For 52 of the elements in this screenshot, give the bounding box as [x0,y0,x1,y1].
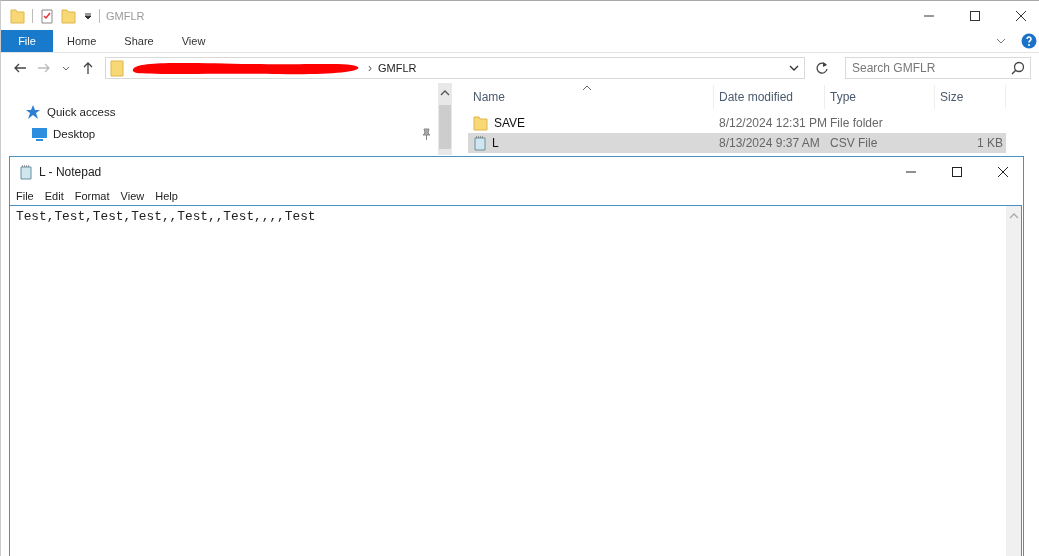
checklist-icon[interactable] [39,7,55,24]
menu-item[interactable]: View [120,189,145,202]
scrollbar[interactable] [1006,206,1022,556]
refresh-icon[interactable] [815,61,829,75]
file-date: 8/13/2024 9:37 AM [718,136,821,150]
file-type: File folder [829,116,884,130]
nav-item[interactable]: Quick access [1,101,438,123]
menu-item[interactable]: Help [155,189,178,202]
file-row[interactable]: SAVE 8/12/2024 12:31 PM File folder [468,113,1006,133]
close-icon[interactable] [1015,9,1027,22]
file-row[interactable]: L 8/13/2024 9:37 AM CSV File 1 KB [468,133,1006,153]
folder-icon [473,115,489,131]
window-title: GMFLR [106,9,145,22]
window-title: L - Notepad [39,164,102,179]
up-arrow-icon[interactable] [81,61,95,75]
menu-item[interactable]: Edit [44,189,64,202]
ribbon-tab[interactable]: File [1,30,53,52]
column-header[interactable]: Name [468,85,714,109]
file-type: CSV File [829,136,879,150]
search-field[interactable]: Search GMFLR [845,57,1031,79]
column-header[interactable]: Date modified [714,85,825,109]
file-name: SAVE [494,116,526,130]
close-icon[interactable] [997,165,1009,178]
scroll-thumb[interactable] [439,105,451,149]
address-bar[interactable]: › GMFLR [105,57,805,79]
back-arrow-icon[interactable] [13,61,27,75]
menu-item[interactable]: Format [74,189,110,202]
menu-item[interactable]: File [16,189,34,202]
file-size: 1 KB [977,136,1003,150]
search-icon [1011,61,1025,75]
ribbon-tab[interactable]: View [167,30,220,52]
notepad-icon [19,163,33,180]
ribbon-tab[interactable]: Home [53,30,111,52]
help-icon[interactable] [1021,33,1037,49]
file-date: 8/12/2024 12:31 PM [718,116,825,130]
ribbon-tab[interactable]: Share [110,30,168,52]
scrollbar[interactable] [438,83,452,155]
pin-icon[interactable] [420,128,432,140]
maximize-icon[interactable] [969,9,981,22]
scroll-up-icon[interactable] [440,89,450,97]
nav-item[interactable]: Desktop [1,123,438,145]
text-content[interactable]: Test,Test,Test,Test,,Test,,Test,,,,Test [10,206,1006,556]
breadcrumb-separator: › [368,61,372,75]
maximize-icon[interactable] [951,165,963,178]
column-header[interactable]: Size [935,85,1006,109]
column-header[interactable]: Type [825,85,935,109]
file-name: L [492,136,499,150]
breadcrumb-item[interactable]: GMFLR [378,62,417,74]
monitor-icon [31,126,48,142]
star-icon [25,104,42,120]
notepad-file-icon [473,135,487,151]
folder-icon [110,59,126,77]
